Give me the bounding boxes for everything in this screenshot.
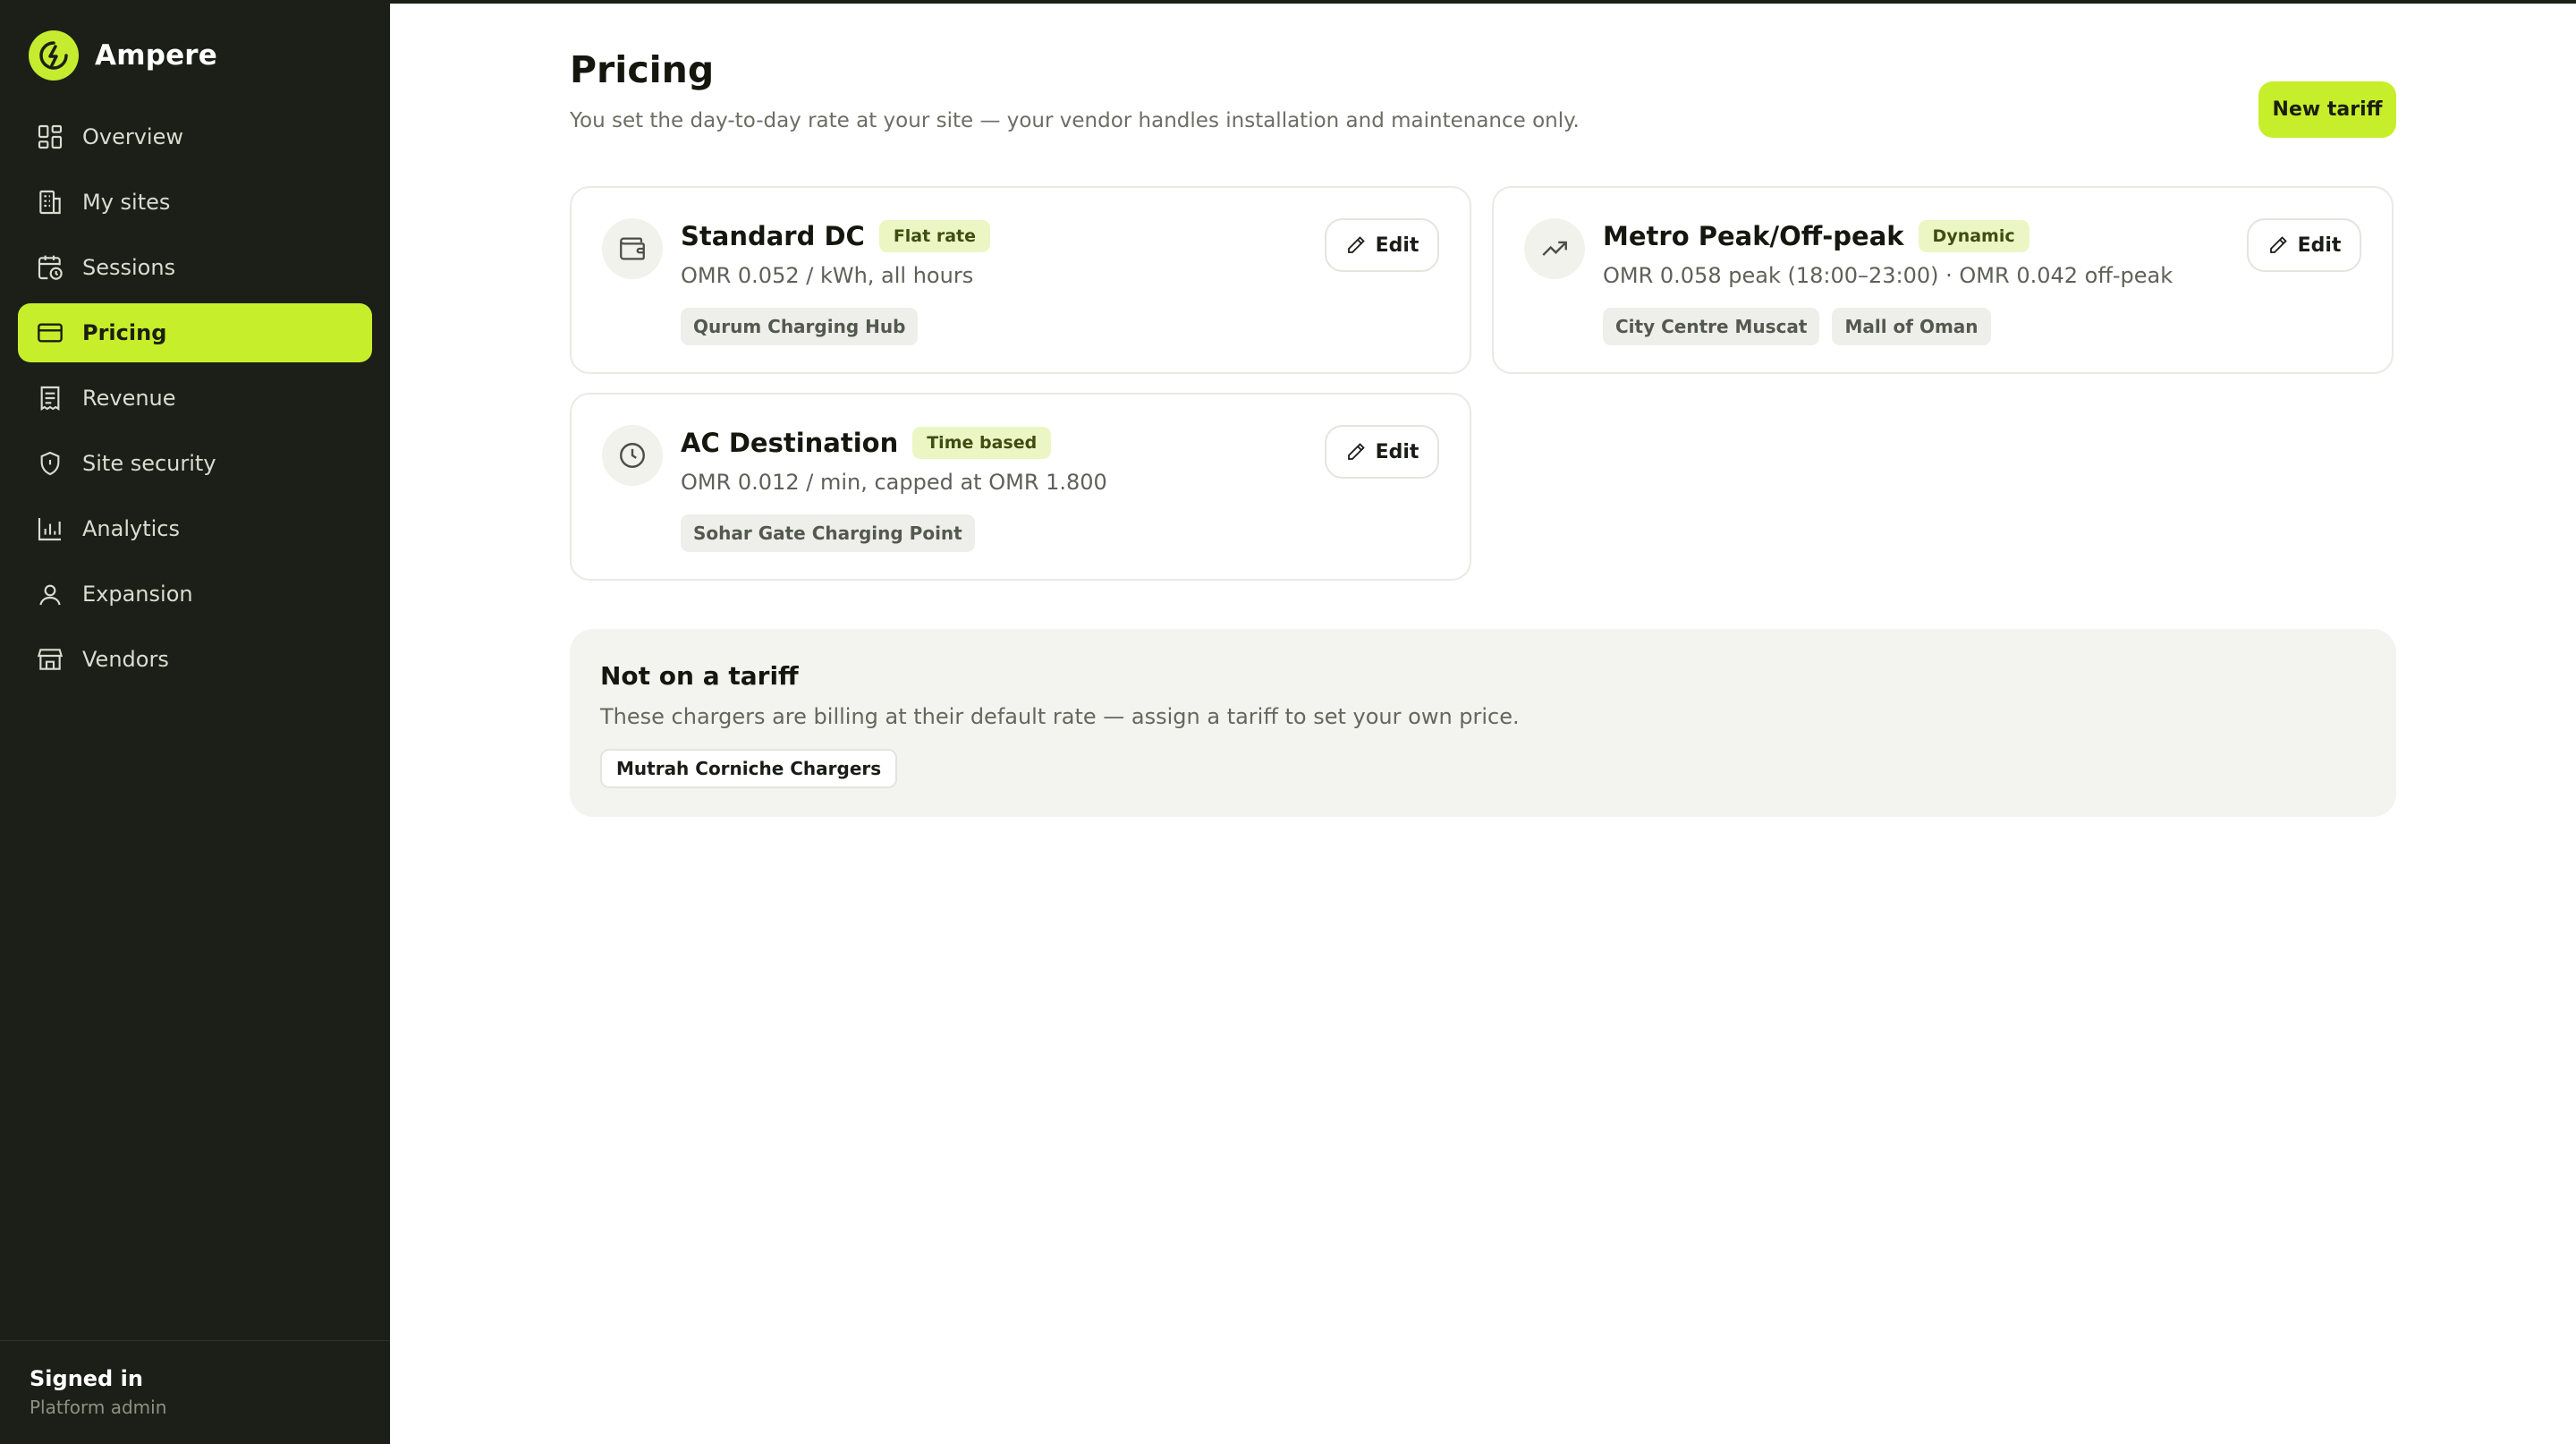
sidebar-item-label: Expansion xyxy=(82,582,193,607)
tariff-type-badge: Dynamic xyxy=(1918,220,2029,252)
calendar-clock-icon xyxy=(38,255,63,280)
credit-card-icon xyxy=(38,323,63,343)
site-chip: City Centre Muscat xyxy=(1603,308,1820,345)
sidebar-item-overview[interactable]: Overview xyxy=(18,107,372,166)
grid-icon xyxy=(38,124,63,149)
edit-label: Edit xyxy=(2297,234,2342,257)
map-pin-user-icon xyxy=(39,584,61,606)
tariff-rate: OMR 0.052 / kWh, all hours xyxy=(681,263,974,288)
app-root: Ampere Overview My sites Sessions Pricin… xyxy=(0,0,2576,1444)
page-subtitle: You set the day-to-day rate at your site… xyxy=(570,109,1580,132)
sidebar-item-label: Revenue xyxy=(82,386,176,411)
sidebar-footer: Signed in Platform admin xyxy=(0,1340,390,1444)
pencil-icon xyxy=(2269,236,2287,253)
tariff-header: Standard DC Flat rate xyxy=(681,220,990,252)
bar-chart-icon xyxy=(38,518,61,541)
edit-label: Edit xyxy=(1375,440,1419,463)
sidebar-item-my-sites[interactable]: My sites xyxy=(18,173,372,232)
site-chip: Sohar Gate Charging Point xyxy=(681,514,975,552)
tariff-sites: Qurum Charging Hub xyxy=(681,308,919,345)
building-icon xyxy=(39,190,61,215)
clock-icon xyxy=(602,425,663,486)
trending-up-icon xyxy=(1524,218,1585,279)
new-tariff-button[interactable]: New tariff xyxy=(2258,81,2396,138)
sidebar-item-revenue[interactable]: Revenue xyxy=(18,369,372,428)
site-chip: Mall of Oman xyxy=(1832,308,1991,345)
sidebar-item-label: Sessions xyxy=(82,255,176,280)
edit-label: Edit xyxy=(1375,234,1419,257)
sidebar-item-pricing[interactable]: Pricing xyxy=(18,303,372,362)
sidebar-item-sessions[interactable]: Sessions xyxy=(18,238,372,297)
tariff-name: Standard DC xyxy=(681,221,865,251)
page-title: Pricing xyxy=(570,48,715,91)
store-icon xyxy=(37,649,64,670)
tariff-name: AC Destination xyxy=(681,428,899,458)
sidebar-item-label: Site security xyxy=(82,451,216,476)
edit-tariff-button[interactable]: Edit xyxy=(1325,218,1439,272)
site-chip: Qurum Charging Hub xyxy=(681,308,919,345)
brand-name: Ampere xyxy=(95,39,218,72)
top-border xyxy=(0,0,2576,4)
signed-in-role: Platform admin xyxy=(30,1397,167,1418)
sidebar-item-expansion[interactable]: Expansion xyxy=(18,565,372,624)
edit-tariff-button[interactable]: Edit xyxy=(2247,218,2361,272)
shield-icon xyxy=(40,451,60,476)
pencil-icon xyxy=(1347,443,1365,460)
sidebar-item-analytics[interactable]: Analytics xyxy=(18,499,372,558)
pencil-icon xyxy=(1347,236,1365,253)
tariff-type-badge: Flat rate xyxy=(878,220,990,252)
sidebar-item-label: Vendors xyxy=(82,647,169,672)
unassigned-site-chip[interactable]: Mutrah Corniche Chargers xyxy=(600,749,898,788)
tariff-rate: OMR 0.012 / min, capped at OMR 1.800 xyxy=(681,470,1107,495)
tariff-sites: Sohar Gate Charging Point xyxy=(681,514,975,552)
not-on-tariff-title: Not on a tariff xyxy=(600,661,799,691)
main-content: Pricing You set the day-to-day rate at y… xyxy=(390,0,2576,1444)
brand[interactable]: Ampere xyxy=(29,30,217,81)
sidebar-item-label: Overview xyxy=(82,124,183,149)
sidebar-item-vendors[interactable]: Vendors xyxy=(18,630,372,689)
not-on-tariff-subtitle: These chargers are billing at their defa… xyxy=(600,704,1520,729)
receipt-icon xyxy=(40,386,60,411)
not-on-tariff-panel: Not on a tariff These chargers are billi… xyxy=(570,629,2396,817)
tariff-rate: OMR 0.058 peak (18:00–23:00) · OMR 0.042… xyxy=(1603,263,2174,288)
sidebar-item-label: Analytics xyxy=(82,516,180,541)
edit-tariff-button[interactable]: Edit xyxy=(1325,425,1439,479)
tariff-card-standard-dc: Standard DC Flat rate OMR 0.052 / kWh, a… xyxy=(570,186,1471,374)
tariff-card-ac-destination: AC Destination Time based OMR 0.012 / mi… xyxy=(570,393,1471,581)
tariff-name: Metro Peak/Off-peak xyxy=(1603,221,1904,251)
tariff-sites: City Centre Muscat Mall of Oman xyxy=(1603,308,1991,345)
sidebar-item-label: Pricing xyxy=(82,320,167,345)
tariff-type-badge: Time based xyxy=(912,427,1052,459)
wallet-icon xyxy=(602,218,663,279)
tariff-header: Metro Peak/Off-peak Dynamic xyxy=(1603,220,2029,252)
tariff-header: AC Destination Time based xyxy=(681,427,1052,459)
signed-in-label: Signed in xyxy=(30,1366,143,1391)
sidebar-item-label: My sites xyxy=(82,190,171,215)
sidebar-nav: Overview My sites Sessions Pricing Reven… xyxy=(18,107,372,695)
tariff-card-metro-peak: Metro Peak/Off-peak Dynamic OMR 0.058 pe… xyxy=(1492,186,2394,374)
ampere-logo-icon xyxy=(29,30,79,81)
sidebar-item-site-security[interactable]: Site security xyxy=(18,434,372,493)
sidebar: Ampere Overview My sites Sessions Pricin… xyxy=(0,0,390,1444)
